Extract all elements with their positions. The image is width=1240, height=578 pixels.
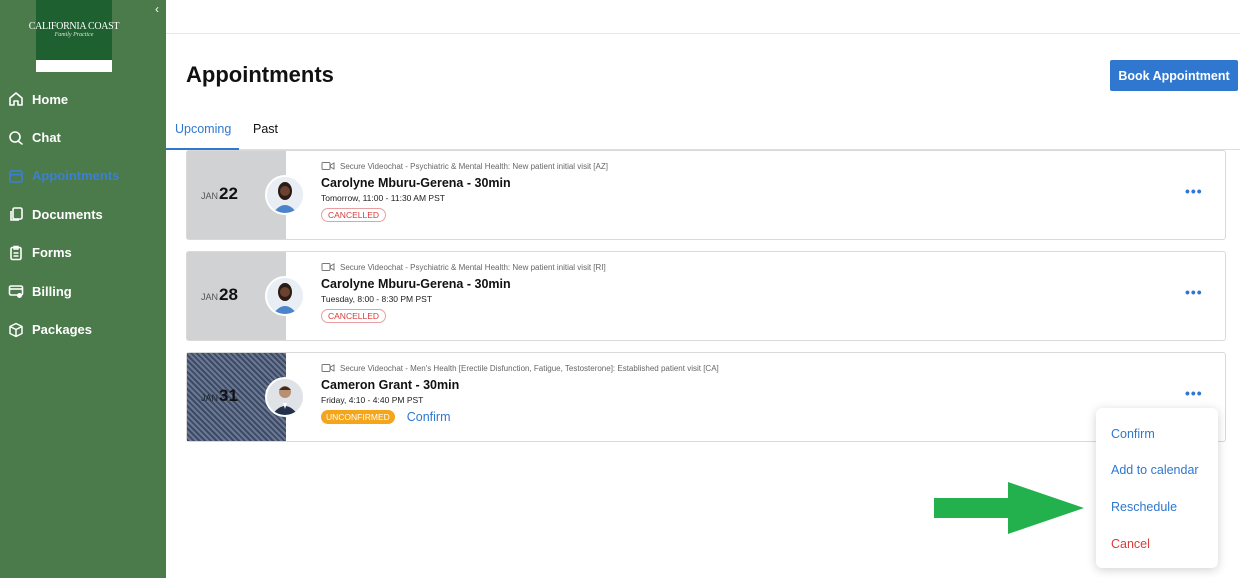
appointment-service: Secure Videochat - Men's Health [Erectil… — [340, 363, 719, 373]
billing-icon — [7, 282, 25, 300]
menu-item-add-to-calendar[interactable]: Add to calendar — [1111, 463, 1199, 477]
sidebar-item-home[interactable]: Home — [0, 80, 166, 118]
more-options-icon[interactable]: ••• — [1185, 184, 1203, 198]
sidebar-item-label: Chat — [32, 130, 61, 146]
video-icon — [321, 161, 335, 171]
logo-subtext: Family Practice — [54, 32, 94, 38]
menu-item-confirm[interactable]: Confirm — [1111, 427, 1155, 441]
more-options-icon[interactable]: ••• — [1185, 285, 1203, 299]
chat-icon — [7, 129, 25, 147]
home-icon — [7, 90, 25, 108]
page-title: Appointments — [186, 62, 334, 87]
date-day: 22 — [219, 184, 238, 203]
provider-name: Carolyne Mburu-Gerena - 30min — [321, 176, 511, 190]
tab-past[interactable]: Past — [253, 122, 278, 136]
sidebar-item-label: Packages — [32, 322, 92, 338]
sidebar: CALIFORNIA COAST Family Practice ‹ Home … — [0, 0, 166, 578]
appointment-card[interactable]: JAN 31 Secure Videochat - Men's Health [… — [186, 352, 1226, 442]
appointment-time: Tuesday, 8:00 - 8:30 PM PST — [321, 294, 433, 304]
calendar-icon — [7, 167, 25, 185]
sidebar-item-documents[interactable]: Documents — [0, 195, 166, 233]
sidebar-item-label: Billing — [32, 283, 72, 299]
provider-name: Carolyne Mburu-Gerena - 30min — [321, 277, 511, 291]
sidebar-item-label: Appointments — [32, 168, 120, 184]
menu-item-reschedule[interactable]: Reschedule — [1111, 500, 1177, 514]
date-day: 31 — [219, 386, 238, 405]
status-badge: CANCELLED — [321, 208, 387, 222]
green-arrow-icon — [934, 482, 1086, 534]
sidebar-item-label: Documents — [32, 206, 103, 222]
confirm-link[interactable]: Confirm — [407, 410, 451, 424]
app-root: CALIFORNIA COAST Family Practice ‹ Home … — [0, 0, 1240, 578]
status-badge: UNCONFIRMED — [321, 410, 395, 424]
sidebar-item-label: Home — [32, 91, 69, 107]
packages-icon — [7, 321, 25, 339]
appointment-time: Tomorrow, 11:00 - 11:30 AM PST — [321, 193, 445, 203]
appointment-card[interactable]: JAN 28 Secure Videochat - Psychiatric & … — [186, 251, 1226, 341]
date-month: JAN — [201, 393, 219, 403]
sidebar-item-chat[interactable]: Chat — [0, 118, 166, 156]
book-appointment-button[interactable]: Book Appointment — [1110, 60, 1238, 91]
sidebar-item-forms[interactable]: Forms — [0, 234, 166, 272]
video-icon — [321, 363, 335, 373]
documents-icon — [7, 205, 25, 223]
logo-text: CALIFORNIA COAST — [28, 21, 120, 32]
sidebar-item-packages[interactable]: Packages — [0, 310, 166, 348]
video-icon — [321, 262, 335, 272]
collapse-sidebar-chevron-icon[interactable]: ‹ — [155, 3, 165, 15]
appointment-service: Secure Videochat - Psychiatric & Mental … — [340, 161, 608, 171]
sidebar-item-label: Forms — [32, 245, 72, 261]
status-badge: CANCELLED — [321, 309, 387, 323]
sidebar-item-billing[interactable]: Billing — [0, 272, 166, 310]
logo-badge: CALIFORNIA COAST Family Practice — [29, 0, 120, 60]
appointment-tabs: Upcoming Past — [166, 118, 1240, 150]
sidebar-item-appointments[interactable]: Appointments — [0, 157, 166, 195]
appointment-card[interactable]: JAN 22 Secure Videochat - Psychiatric & … — [186, 150, 1226, 240]
provider-avatar — [265, 276, 305, 316]
date-month: JAN — [201, 191, 219, 201]
appointment-service: Secure Videochat - Psychiatric & Mental … — [340, 262, 606, 272]
menu-item-cancel[interactable]: Cancel — [1111, 537, 1150, 551]
more-options-icon[interactable]: ••• — [1185, 386, 1203, 400]
forms-icon — [7, 244, 25, 262]
provider-avatar — [265, 377, 305, 417]
sidebar-nav: Home Chat Appointments Documents Forms B… — [0, 80, 166, 349]
header-divider — [166, 33, 1240, 34]
appointment-options-menu: Confirm Add to calendar Reschedule Cance… — [1096, 408, 1218, 568]
date-month: JAN — [201, 292, 219, 302]
tab-upcoming[interactable]: Upcoming — [175, 122, 231, 136]
provider-avatar — [265, 175, 305, 215]
date-day: 28 — [219, 285, 238, 304]
provider-name: Cameron Grant - 30min — [321, 378, 460, 392]
appointment-time: Friday, 4:10 - 4:40 PM PST — [321, 395, 424, 405]
logo[interactable]: CALIFORNIA COAST Family Practice — [29, 0, 120, 72]
